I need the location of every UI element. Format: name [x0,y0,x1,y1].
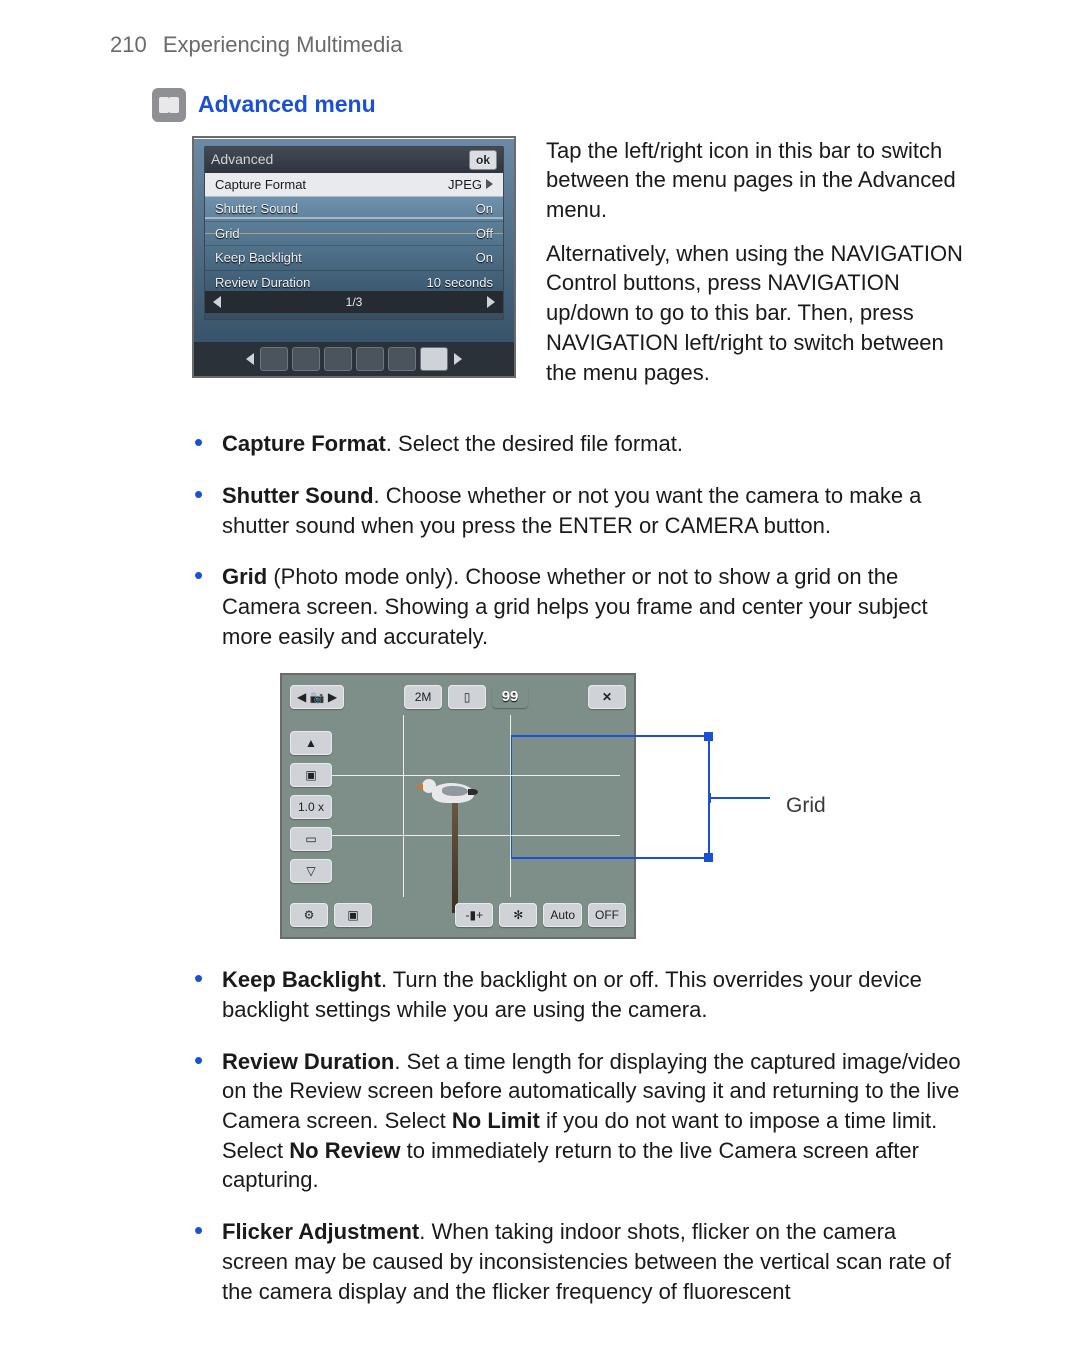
term: Flicker Adjustment [222,1219,419,1244]
ok-button[interactable]: ok [469,150,497,170]
tools-icon [152,88,186,122]
caption-paragraph: Tap the left/right icon in this bar to s… [546,136,976,225]
bullet-list: Capture Format. Select the desired file … [192,429,962,651]
exposure-icon[interactable]: ✻ [499,903,537,927]
resolution-indicator[interactable]: 2M [404,685,442,709]
term: Keep Backlight [222,967,381,992]
callout-leader [710,797,770,799]
timer-icon[interactable] [260,347,288,371]
inline-bold: No Limit [452,1108,540,1133]
zoom-frame-icon[interactable]: ▣ [290,763,332,787]
zoom-level: 1.0 x [290,795,332,819]
menu-row-grid[interactable]: Grid Off [205,222,503,247]
page-number: 210 [110,32,147,57]
advanced-menu-screenshot: Advanced ok Capture Format JPEG Shutter … [192,136,516,378]
subject-post [452,803,458,913]
chapter-title: Experiencing Multimedia [163,32,403,57]
menu-row-label: Capture Format [215,176,306,194]
figure-caption: Tap the left/right icon in this bar to s… [546,136,976,402]
camera-grid-screenshot: ◀ 📷 ▶ 2M ▯ 99 ✕ ▲ ▣ 1.0 x ▭ [280,673,636,939]
list-item: Grid (Photo mode only). Choose whether o… [192,562,962,651]
term: Shutter Sound [222,483,374,508]
section-title: Advanced menu [198,89,376,120]
grid-overlay [296,715,620,897]
menu-row-capture-format[interactable]: Capture Format JPEG [205,173,503,198]
menu-row-review-duration[interactable]: Review Duration 10 seconds [205,271,503,291]
pager-label: 1/3 [346,294,363,310]
list-item: Capture Format. Select the desired file … [192,429,962,459]
menu-row-value: On [476,249,493,267]
storage-icon[interactable] [292,347,320,371]
zoom-wide-icon[interactable]: ▭ [290,827,332,851]
term: Capture Format [222,431,386,456]
page-left-icon[interactable] [213,296,221,308]
list-item: Keep Backlight. Turn the backlight on or… [192,965,962,1024]
zoom-out-icon[interactable]: ▽ [290,859,332,883]
menu-row-value: On [476,200,493,218]
close-button[interactable]: ✕ [588,685,626,709]
flash-off-icon[interactable]: OFF [588,903,626,927]
menu-row-value: 10 seconds [427,274,494,291]
caption-paragraph: Alternatively, when using the NAVIGATION… [546,239,976,387]
camera-icon[interactable] [388,347,416,371]
term-text: . Select the desired file format. [386,431,683,456]
list-item: Review Duration. Set a time length for d… [192,1047,962,1195]
menu-row-label: Shutter Sound [215,200,298,218]
tools-icon[interactable]: ⚙ [290,903,328,927]
brightness-icon[interactable] [324,347,352,371]
menu-row-label: Keep Backlight [215,249,302,267]
term: Review Duration [222,1049,394,1074]
page-right-icon[interactable] [487,296,495,308]
callout-label: Grid [786,792,826,820]
wb-auto-icon[interactable]: Auto [543,903,582,927]
gallery-icon[interactable]: ▣ [334,903,372,927]
term: Grid [222,564,267,589]
nav-right-icon[interactable] [454,353,462,365]
zoom-in-icon[interactable]: ▲ [290,731,332,755]
menu-row-shutter-sound[interactable]: Shutter Sound On [205,197,503,222]
menu-row-label: Review Duration [215,274,310,291]
subject-seagull [432,783,474,803]
bottom-icon-bar [194,342,514,376]
ev-icon[interactable]: -▮+ [455,903,493,927]
pager-bar[interactable]: 1/3 [205,291,503,313]
portrait-icon[interactable] [356,347,384,371]
running-header: 210 Experiencing Multimedia [110,30,1000,60]
menu-row-label: Grid [215,225,240,243]
term-note: (Photo mode only) [267,564,453,589]
list-item: Shutter Sound. Choose whether or not you… [192,481,962,540]
mode-selector[interactable]: ◀ 📷 ▶ [290,685,344,709]
menu-row-value: Off [476,225,493,243]
list-item: Flicker Adjustment. When taking indoor s… [192,1217,962,1306]
tools-icon[interactable] [420,347,448,371]
panel-title: Advanced [211,150,273,169]
shots-remaining: 99 [492,686,528,708]
menu-row-keep-backlight[interactable]: Keep Backlight On [205,246,503,271]
storage-indicator[interactable]: ▯ [448,685,486,709]
menu-row-value: JPEG [448,176,482,194]
nav-left-icon[interactable] [246,353,254,365]
chevron-right-icon [486,179,493,189]
bullet-list: Keep Backlight. Turn the backlight on or… [192,965,962,1306]
inline-bold: No Review [289,1138,400,1163]
